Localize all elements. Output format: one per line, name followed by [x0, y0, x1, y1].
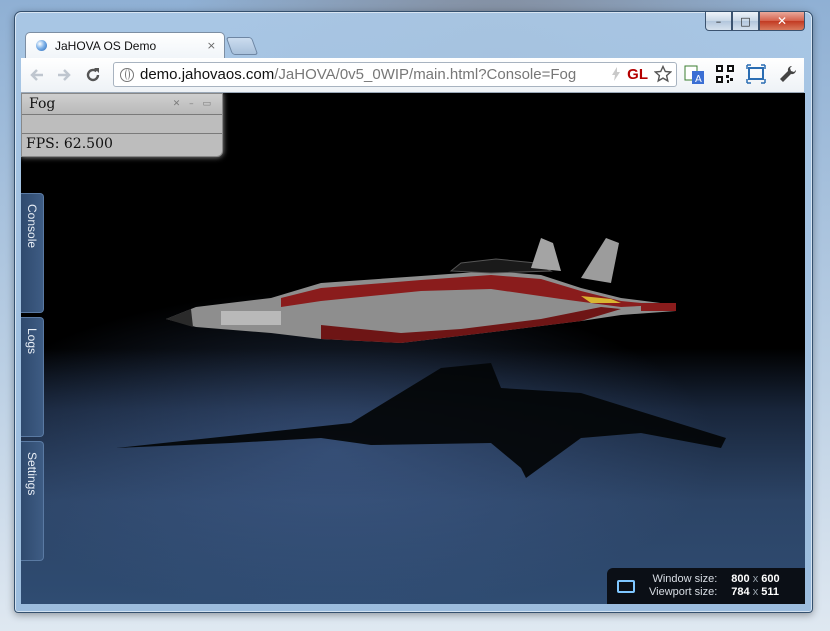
size-info-box: Window size: Viewport size: 800 x 600 78…	[607, 568, 805, 604]
back-button[interactable]	[26, 64, 48, 86]
globe-icon	[120, 67, 134, 82]
size-labels: Window size: Viewport size:	[649, 573, 717, 599]
webgl-badge[interactable]: GL	[627, 66, 648, 83]
fog-panel-titlebar[interactable]: Fog ✕ – ▭	[22, 94, 222, 115]
size-values: 800 x 600 784 x 511	[731, 573, 779, 599]
tab-title: JaHOVA OS Demo	[55, 38, 157, 53]
webgl-viewport[interactable]: Fog ✕ – ▭ FPS: 62.500 Console Logs Setti…	[21, 93, 805, 604]
side-tab-settings-label: Settings	[25, 452, 39, 496]
lightning-icon[interactable]	[611, 67, 621, 81]
viewport-width: 784	[731, 586, 750, 598]
fog-panel-blank-row	[22, 115, 222, 134]
reload-button[interactable]	[82, 64, 104, 86]
side-tab-logs-label: Logs	[25, 328, 39, 355]
maximize-button[interactable]: □	[732, 12, 759, 31]
fog-panel: Fog ✕ – ▭ FPS: 62.500	[21, 93, 223, 157]
bookmark-star-icon[interactable]	[654, 65, 672, 83]
times-sign: x	[752, 586, 759, 598]
side-tab-logs[interactable]: Logs	[21, 317, 44, 437]
browser-toolbar: demo.jahovaos.com/JaHOVA/0v5_0WIP/main.h…	[21, 58, 804, 93]
browser-tab[interactable]: JaHOVA OS Demo ×	[25, 32, 225, 58]
side-tabs: Console Logs Settings	[21, 193, 44, 565]
ship-nose	[166, 309, 193, 327]
spaceship-scene	[116, 238, 726, 478]
url-path: /JaHOVA/0v5_0WIP/main.html?Console=Fog	[274, 66, 577, 83]
svg-text:A: A	[695, 74, 702, 85]
back-arrow-icon	[30, 69, 43, 81]
viewport-size-label: Viewport size:	[649, 586, 718, 598]
ship-tail-fin-2	[581, 238, 619, 283]
fullscreen-icon[interactable]	[746, 64, 768, 86]
forward-arrow-icon	[58, 69, 71, 81]
fog-panel-controls[interactable]: ✕ – ▭	[173, 99, 214, 109]
side-tab-settings[interactable]: Settings	[21, 441, 44, 561]
fog-panel-title: Fog	[29, 96, 56, 112]
minimize-button[interactable]: –	[705, 12, 732, 31]
monitor-icon	[617, 579, 635, 593]
viewport-height: 511	[761, 586, 780, 598]
tab-close-icon[interactable]: ×	[207, 39, 216, 52]
ship-engine-pod	[221, 311, 281, 325]
times-sign: x	[752, 573, 759, 585]
wrench-icon[interactable]	[778, 64, 800, 86]
window-width: 800	[731, 573, 750, 585]
translate-icon[interactable]: A	[684, 64, 706, 86]
window-size-label: Window size:	[652, 573, 718, 585]
window-height: 600	[761, 573, 780, 585]
ship-tip	[641, 303, 676, 311]
window-controls: – □ ✕	[705, 12, 805, 32]
reload-icon	[86, 68, 100, 82]
fps-readout: FPS: 62.500	[26, 136, 113, 152]
qr-code-icon[interactable]	[715, 64, 737, 86]
favicon-icon	[36, 40, 47, 51]
side-tab-console-label: Console	[25, 204, 39, 249]
address-bar[interactable]: demo.jahovaos.com/JaHOVA/0v5_0WIP/main.h…	[113, 62, 677, 87]
ship-shadow	[116, 363, 726, 478]
forward-button[interactable]	[53, 64, 75, 86]
ship-tail-fin-1	[531, 238, 561, 271]
side-tab-console[interactable]: Console	[21, 193, 44, 313]
close-window-button[interactable]: ✕	[759, 12, 805, 31]
url-host: demo.jahovaos.com	[140, 66, 275, 83]
